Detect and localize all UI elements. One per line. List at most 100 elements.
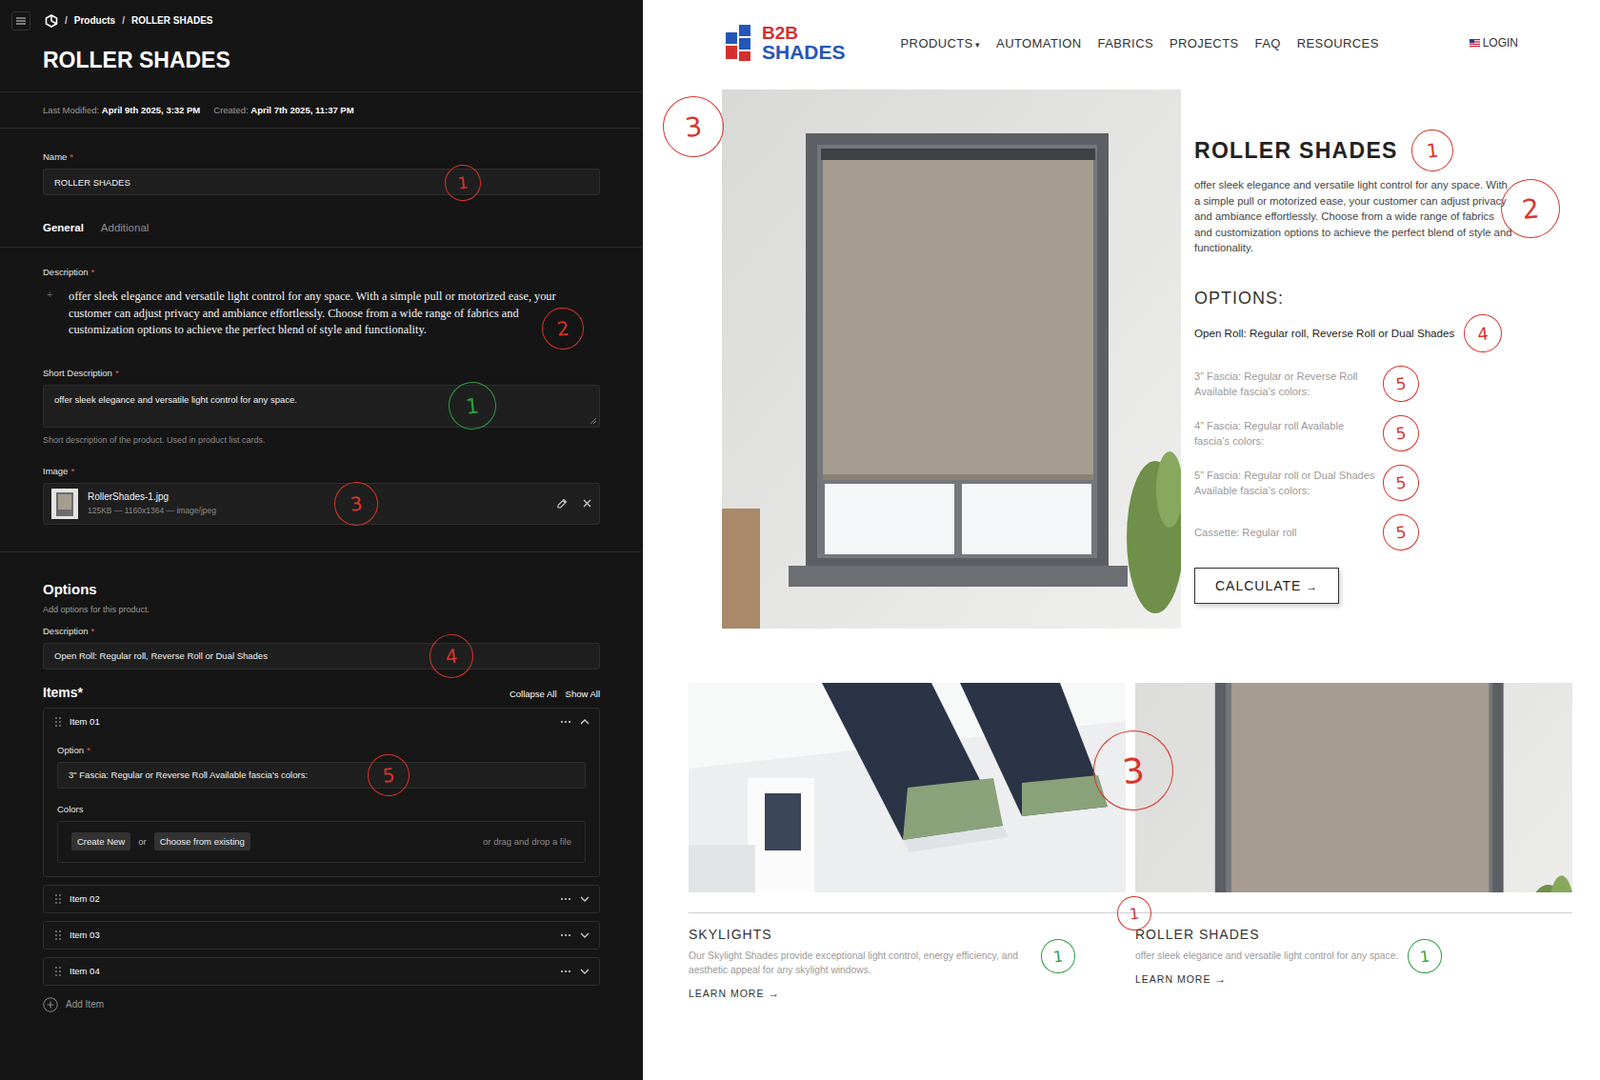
field-hint: Short description of the product. Used i… xyxy=(42,435,600,445)
logo[interactable]: B2B SHADES xyxy=(723,20,846,65)
colors-upload[interactable]: Create New or Choose from existing or dr… xyxy=(57,820,586,863)
drag-handle-icon[interactable] xyxy=(55,894,61,904)
breadcrumb-item[interactable]: Products xyxy=(74,15,116,26)
file-meta: 125KB — 1160x1364 — image/jpeg xyxy=(87,505,542,516)
field-label: Colors xyxy=(57,803,586,815)
field-label: Name* xyxy=(42,151,600,162)
cards-divider: 1 xyxy=(688,912,1573,914)
breadcrumb-item[interactable]: ROLLER SHADES xyxy=(131,15,214,26)
card-title[interactable]: SKYLIGHTS xyxy=(688,926,1126,942)
annotation-mark: 1 xyxy=(1039,937,1078,976)
plus-circle-icon xyxy=(42,997,59,1013)
annotation-mark: 5 xyxy=(365,751,412,798)
choose-existing-button[interactable]: Choose from existing xyxy=(154,832,251,851)
product-hero: 3 ROLLER SHADES 1 offer sleek elegance a… xyxy=(721,89,1600,629)
chevron-icon[interactable] xyxy=(580,896,590,902)
breadcrumb-separator: / xyxy=(121,15,125,26)
page-title: ROLLER SHADES xyxy=(0,46,643,74)
collapse-all-button[interactable]: Collapse All xyxy=(509,688,558,700)
annotation-mark: 1 xyxy=(1405,937,1444,976)
annotation-mark: 3 xyxy=(332,479,381,528)
field-label: Image* xyxy=(42,465,600,477)
annotation-mark: 5 xyxy=(1380,413,1421,454)
annotation-mark: 1 xyxy=(1409,127,1456,174)
screenshot: / Products/ ROLLER SHADES ROLLER SHADES … xyxy=(0,0,1600,1080)
show-all-button[interactable]: Show All xyxy=(565,688,600,700)
more-icon[interactable] xyxy=(560,720,572,724)
card-image[interactable]: 3 xyxy=(1135,682,1573,893)
login-link[interactable]: LOGIN xyxy=(1469,36,1519,50)
file-name: RollerShades-1.jpg xyxy=(87,491,542,502)
option-item: 3” Fascia: Regular or Reverse Roll Avail… xyxy=(1194,365,1595,402)
options-description-input[interactable]: Open Roll: Regular roll, Reverse Roll or… xyxy=(42,642,600,670)
items-header: Items* Collapse All Show All xyxy=(42,684,600,700)
more-icon[interactable] xyxy=(560,933,572,938)
product-title: ROLLER SHADES xyxy=(1194,138,1399,164)
add-item-button[interactable]: Add Item xyxy=(42,997,600,1013)
annotation-mark: 5 xyxy=(1380,462,1421,503)
us-flag-icon xyxy=(1469,39,1480,47)
option-item: 4” Fascia: Regular roll Available fascia… xyxy=(1194,415,1595,452)
item-header[interactable]: Item 03 xyxy=(43,921,600,949)
item-header[interactable]: Item 02 xyxy=(43,885,600,913)
short-description-input[interactable]: offer sleek elegance and versatile light… xyxy=(42,384,600,428)
product-description: offer sleek elegance and versatile light… xyxy=(1194,177,1514,257)
section-subtitle: Add options for this product. xyxy=(42,604,600,615)
learn-more-link[interactable]: LEARN MORE → xyxy=(688,986,780,1000)
item-header[interactable]: Item 01 xyxy=(43,708,600,736)
nav-link[interactable]: FABRICS xyxy=(1098,36,1154,51)
card-title[interactable]: ROLLER SHADES xyxy=(1135,926,1573,942)
options-description: Open Roll: Regular roll, Reverse Roll or… xyxy=(1194,326,1455,340)
annotation-mark: 2 xyxy=(540,305,586,352)
block-handle[interactable]: + xyxy=(46,288,53,300)
resize-handle-icon[interactable] xyxy=(589,417,597,424)
chevron-icon[interactable] xyxy=(580,719,590,725)
annotation-mark: 4 xyxy=(427,631,477,680)
array-item: Item 03 xyxy=(42,920,600,950)
tab[interactable]: General xyxy=(42,221,84,234)
product-card: ROLLER SHADES offer sleek elegance and v… xyxy=(1135,913,1573,1001)
product-cards: 3 1 SKYLIGHTS Our Skylight Shades provid… xyxy=(642,682,1573,1001)
tab-bar: General Additional xyxy=(0,221,643,248)
edit-icon[interactable] xyxy=(557,498,568,509)
chevron-icon[interactable] xyxy=(580,932,590,939)
menu-button[interactable] xyxy=(11,11,31,31)
payload-logo-icon[interactable] xyxy=(44,14,59,28)
nav-link[interactable]: FAQ xyxy=(1255,36,1281,51)
array-item: Item 04 xyxy=(42,957,600,986)
option-item: Cassette: Regular roll 5 xyxy=(1194,514,1595,551)
drag-handle-icon[interactable] xyxy=(55,717,61,727)
roller-shade-photo xyxy=(721,89,1181,629)
calculate-button[interactable]: CALCULATE → xyxy=(1194,567,1340,604)
nav-link[interactable]: PRODUCTS▾ xyxy=(900,36,981,51)
remove-icon[interactable] xyxy=(582,499,592,508)
name-input[interactable]: ROLLER SHADES 1 xyxy=(42,168,600,196)
nav-link[interactable]: RESOURCES xyxy=(1297,36,1380,51)
option-input[interactable]: 3" Fascia: Regular or Reverse Roll Avail… xyxy=(57,761,586,789)
annotation-mark: 4 xyxy=(1461,312,1504,355)
product-card: SKYLIGHTS Our Skylight Shades provide ex… xyxy=(688,913,1126,1001)
tab[interactable]: Additional xyxy=(100,221,150,234)
nav-link[interactable]: AUTOMATION xyxy=(996,36,1081,51)
menu-icon xyxy=(16,17,26,25)
card-image[interactable] xyxy=(688,682,1126,893)
annotation-mark: 5 xyxy=(1380,512,1421,553)
field-label: Description* xyxy=(42,266,600,278)
more-icon[interactable] xyxy=(560,969,572,974)
logo-icon xyxy=(723,20,757,65)
drag-handle-icon[interactable] xyxy=(55,930,61,940)
image-upload[interactable]: RollerShades-1.jpg 125KB — 1160x1364 — i… xyxy=(42,482,600,525)
site-nav: B2B SHADES PRODUCTS▾ AUTOMATION FABRICS PRO… xyxy=(642,0,1600,86)
description-editor[interactable]: + offer sleek elegance and versatile lig… xyxy=(42,288,600,340)
more-icon[interactable] xyxy=(560,897,572,901)
nav-link[interactable]: PROJECTS xyxy=(1169,36,1240,51)
create-new-button[interactable]: Create New xyxy=(71,832,131,851)
section-title: Options xyxy=(42,580,600,598)
array-item: Item 01 Option* 3" Fascia: Regular or Re… xyxy=(42,707,600,878)
drag-handle-icon[interactable] xyxy=(55,966,61,977)
chevron-icon[interactable] xyxy=(580,968,590,975)
item-header[interactable]: Item 04 xyxy=(43,958,600,985)
roller-shade-photo xyxy=(1135,682,1573,893)
learn-more-link[interactable]: LEARN MORE → xyxy=(1135,972,1227,986)
drop-hint: or drag and drop a file xyxy=(482,836,572,847)
